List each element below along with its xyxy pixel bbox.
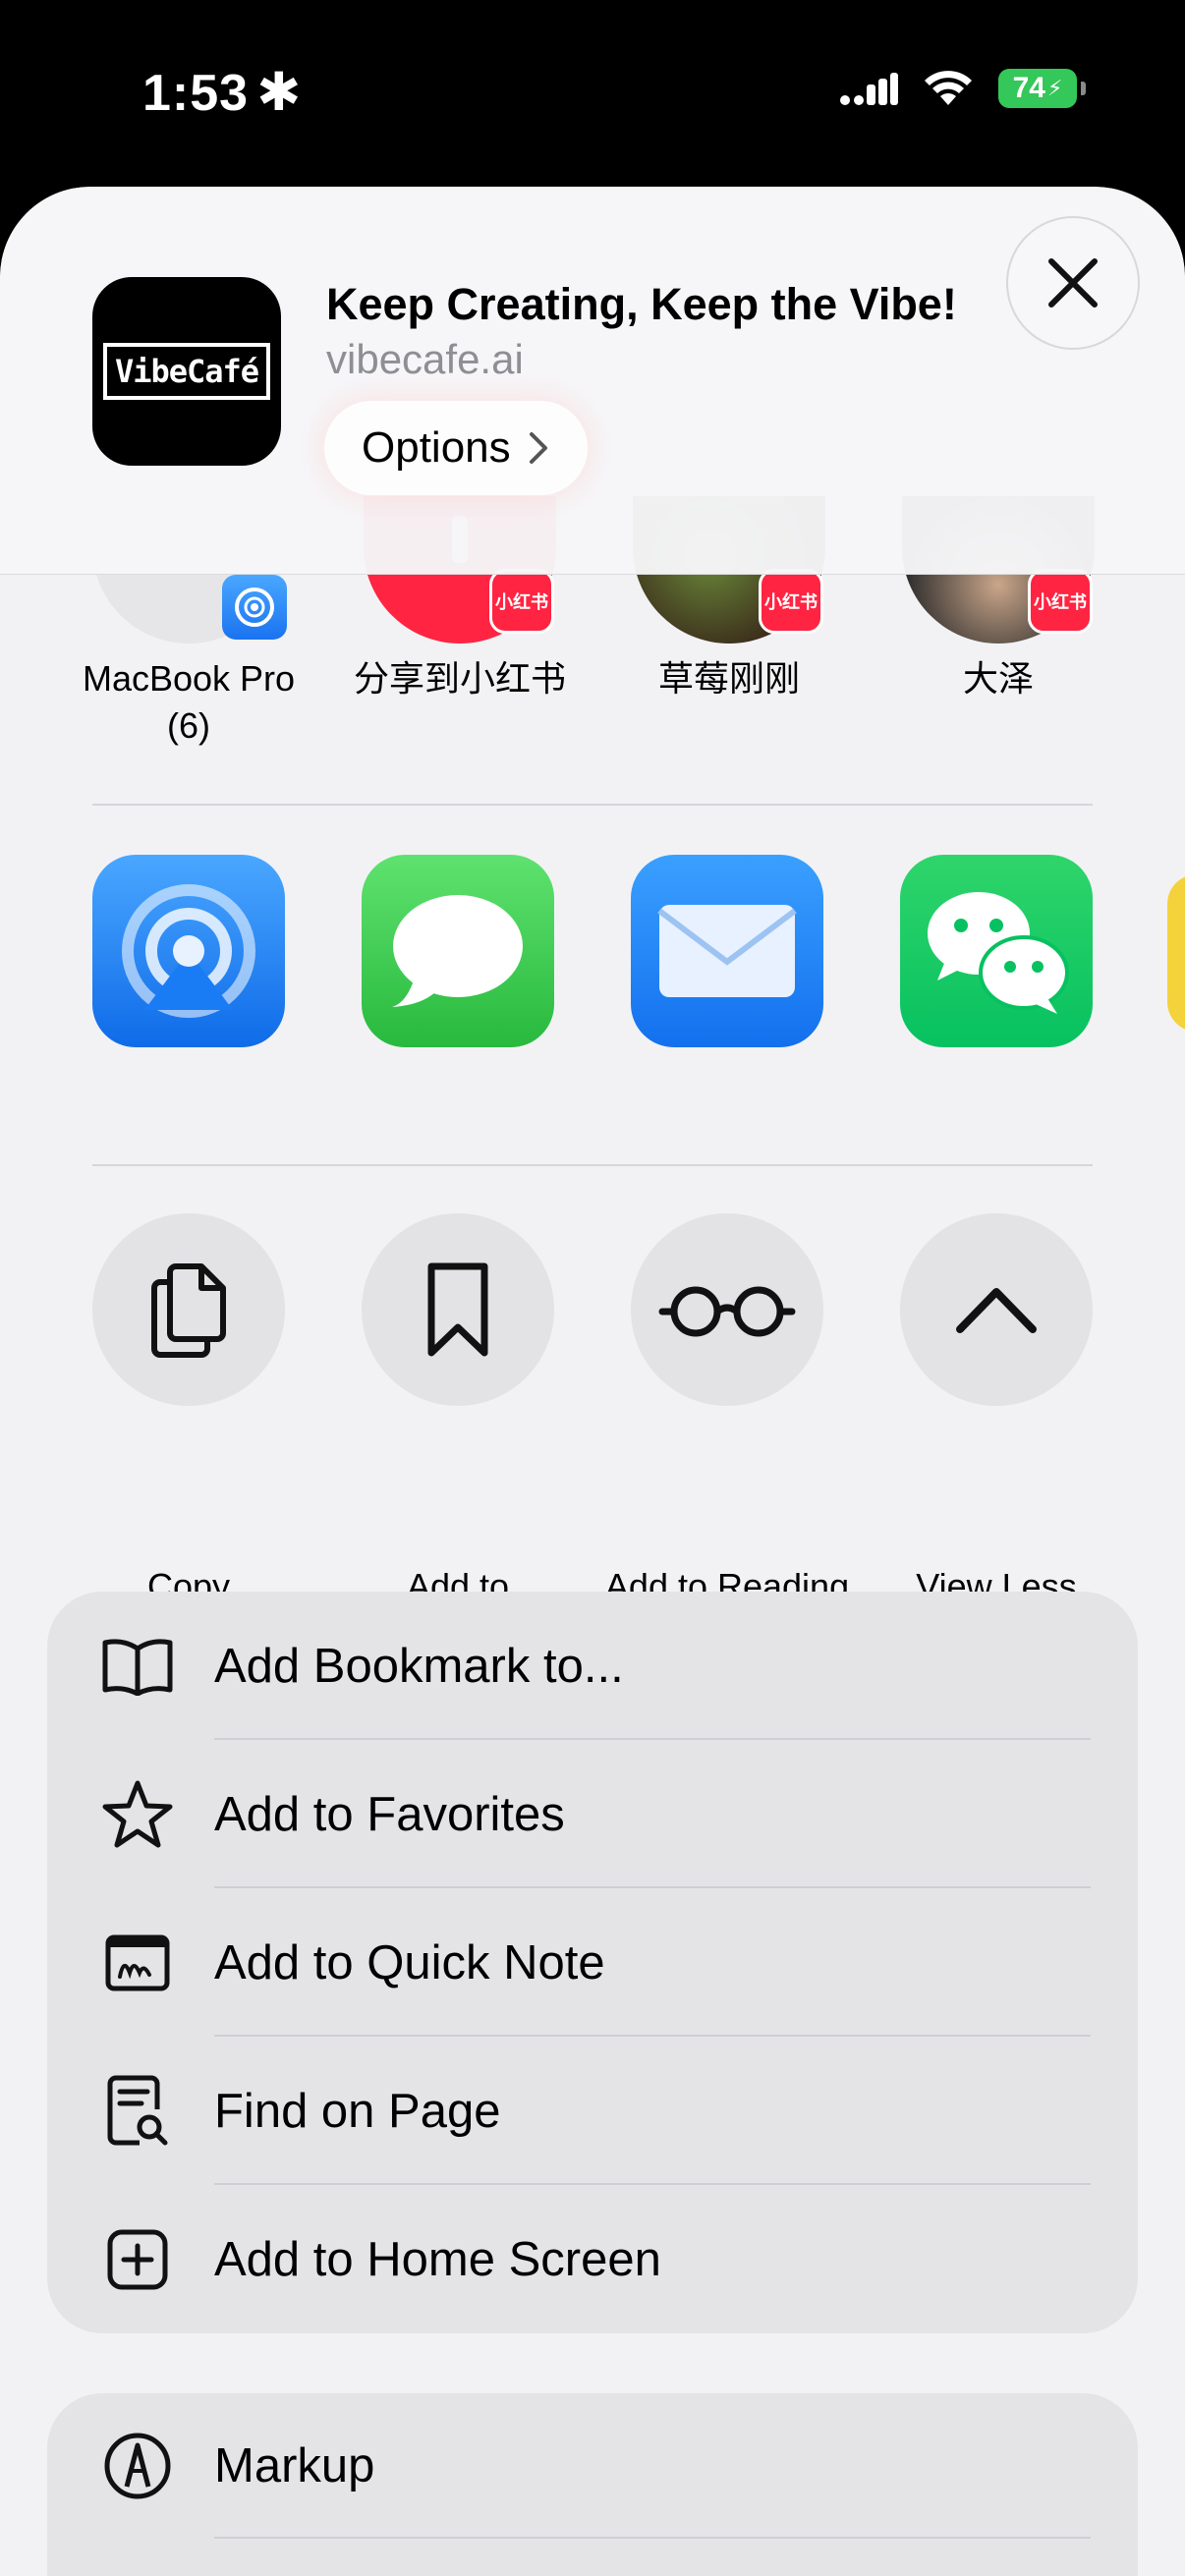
options-label: Options	[362, 423, 511, 472]
markup-list: Markup	[47, 2393, 1138, 2576]
quick-note-icon	[98, 1924, 177, 2002]
clock: 1:53	[142, 65, 250, 122]
asterisk-icon: ✱	[256, 63, 303, 122]
options-button[interactable]: Options	[324, 401, 588, 495]
row-label: Find on Page	[214, 2084, 501, 2138]
airdrop-app-icon	[92, 855, 285, 1047]
battery-level: 74	[1012, 72, 1045, 104]
find-on-page-icon	[98, 2072, 177, 2151]
divider	[92, 804, 1093, 806]
chevron-up-icon	[900, 1213, 1093, 1406]
star-icon	[98, 1775, 177, 1854]
share-targets-row: MacBook Pro (6) 小红书 分享到小红书 小红书 草莓刚刚 小红书 …	[0, 496, 1185, 811]
page-title: Keep Creating, Keep the Vibe!	[326, 279, 957, 329]
row-add-to-quick-note[interactable]: Add to Quick Note	[47, 1888, 1138, 2037]
status-indicators: 74 ⚡	[839, 69, 1086, 108]
plus-square-icon	[98, 2220, 177, 2299]
row-find-on-page[interactable]: Find on Page	[47, 2037, 1138, 2185]
row-separator	[214, 2537, 1091, 2539]
status-time: 1:53 ✱	[142, 61, 302, 123]
actions-list: Add Bookmark to... Add to Favorites Add …	[47, 1592, 1138, 2333]
row-label: Add to Home Screen	[214, 2232, 661, 2286]
xiaohongshu-badge-icon: 小红书	[489, 569, 554, 634]
airdrop-icon	[222, 575, 287, 640]
row-markup[interactable]: Markup	[47, 2393, 1138, 2539]
xiaohongshu-badge-icon: 小红书	[1028, 569, 1093, 634]
contact-label: 草莓刚刚	[657, 658, 800, 699]
row-add-to-home-screen[interactable]: Add to Home Screen	[47, 2185, 1138, 2333]
divider	[92, 1164, 1093, 1166]
close-icon	[1048, 258, 1098, 308]
row-add-bookmark-to[interactable]: Add Bookmark to...	[47, 1592, 1138, 1740]
bookmark-icon	[362, 1213, 554, 1406]
xiaohongshu-badge-icon: 小红书	[759, 569, 823, 634]
share-header: VibeCafé Keep Creating, Keep the Vibe! v…	[0, 187, 1185, 575]
wifi-icon	[925, 71, 972, 105]
copy-icon	[92, 1213, 285, 1406]
battery-indicator: 74 ⚡	[998, 69, 1086, 108]
share-sheet: VibeCafé Keep Creating, Keep the Vibe! v…	[0, 187, 1185, 2576]
notes-app-icon-partial[interactable]	[1167, 874, 1185, 1032]
cellular-signal-icon	[840, 73, 898, 105]
charging-bolt-icon: ⚡	[1046, 76, 1063, 100]
close-button[interactable]	[1006, 216, 1140, 350]
row-label: Add to Quick Note	[214, 1935, 605, 1989]
chevron-right-icon	[529, 432, 547, 464]
contact-label: 大泽	[962, 658, 1034, 699]
markup-icon	[98, 2427, 177, 2505]
messages-app-icon	[362, 855, 554, 1047]
reading-glasses-icon	[631, 1213, 823, 1406]
row-add-to-favorites[interactable]: Add to Favorites	[47, 1740, 1138, 1888]
book-icon	[98, 1627, 177, 1706]
logo-wordmark: VibeCafé	[102, 343, 271, 400]
contact-label: 分享到小红书	[353, 658, 566, 699]
row-label: Markup	[214, 2439, 375, 2492]
mail-app-icon	[631, 855, 823, 1047]
row-label: Add to Favorites	[214, 1787, 565, 1841]
contact-label: MacBook Pro (6)	[82, 658, 296, 746]
site-logo: VibeCafé	[92, 277, 281, 466]
wechat-app-icon	[900, 855, 1093, 1047]
page-url: vibecafe.ai	[326, 336, 524, 382]
row-label: Add Bookmark to...	[214, 1639, 624, 1693]
status-bar: 1:53 ✱ 74 ⚡	[0, 0, 1185, 187]
